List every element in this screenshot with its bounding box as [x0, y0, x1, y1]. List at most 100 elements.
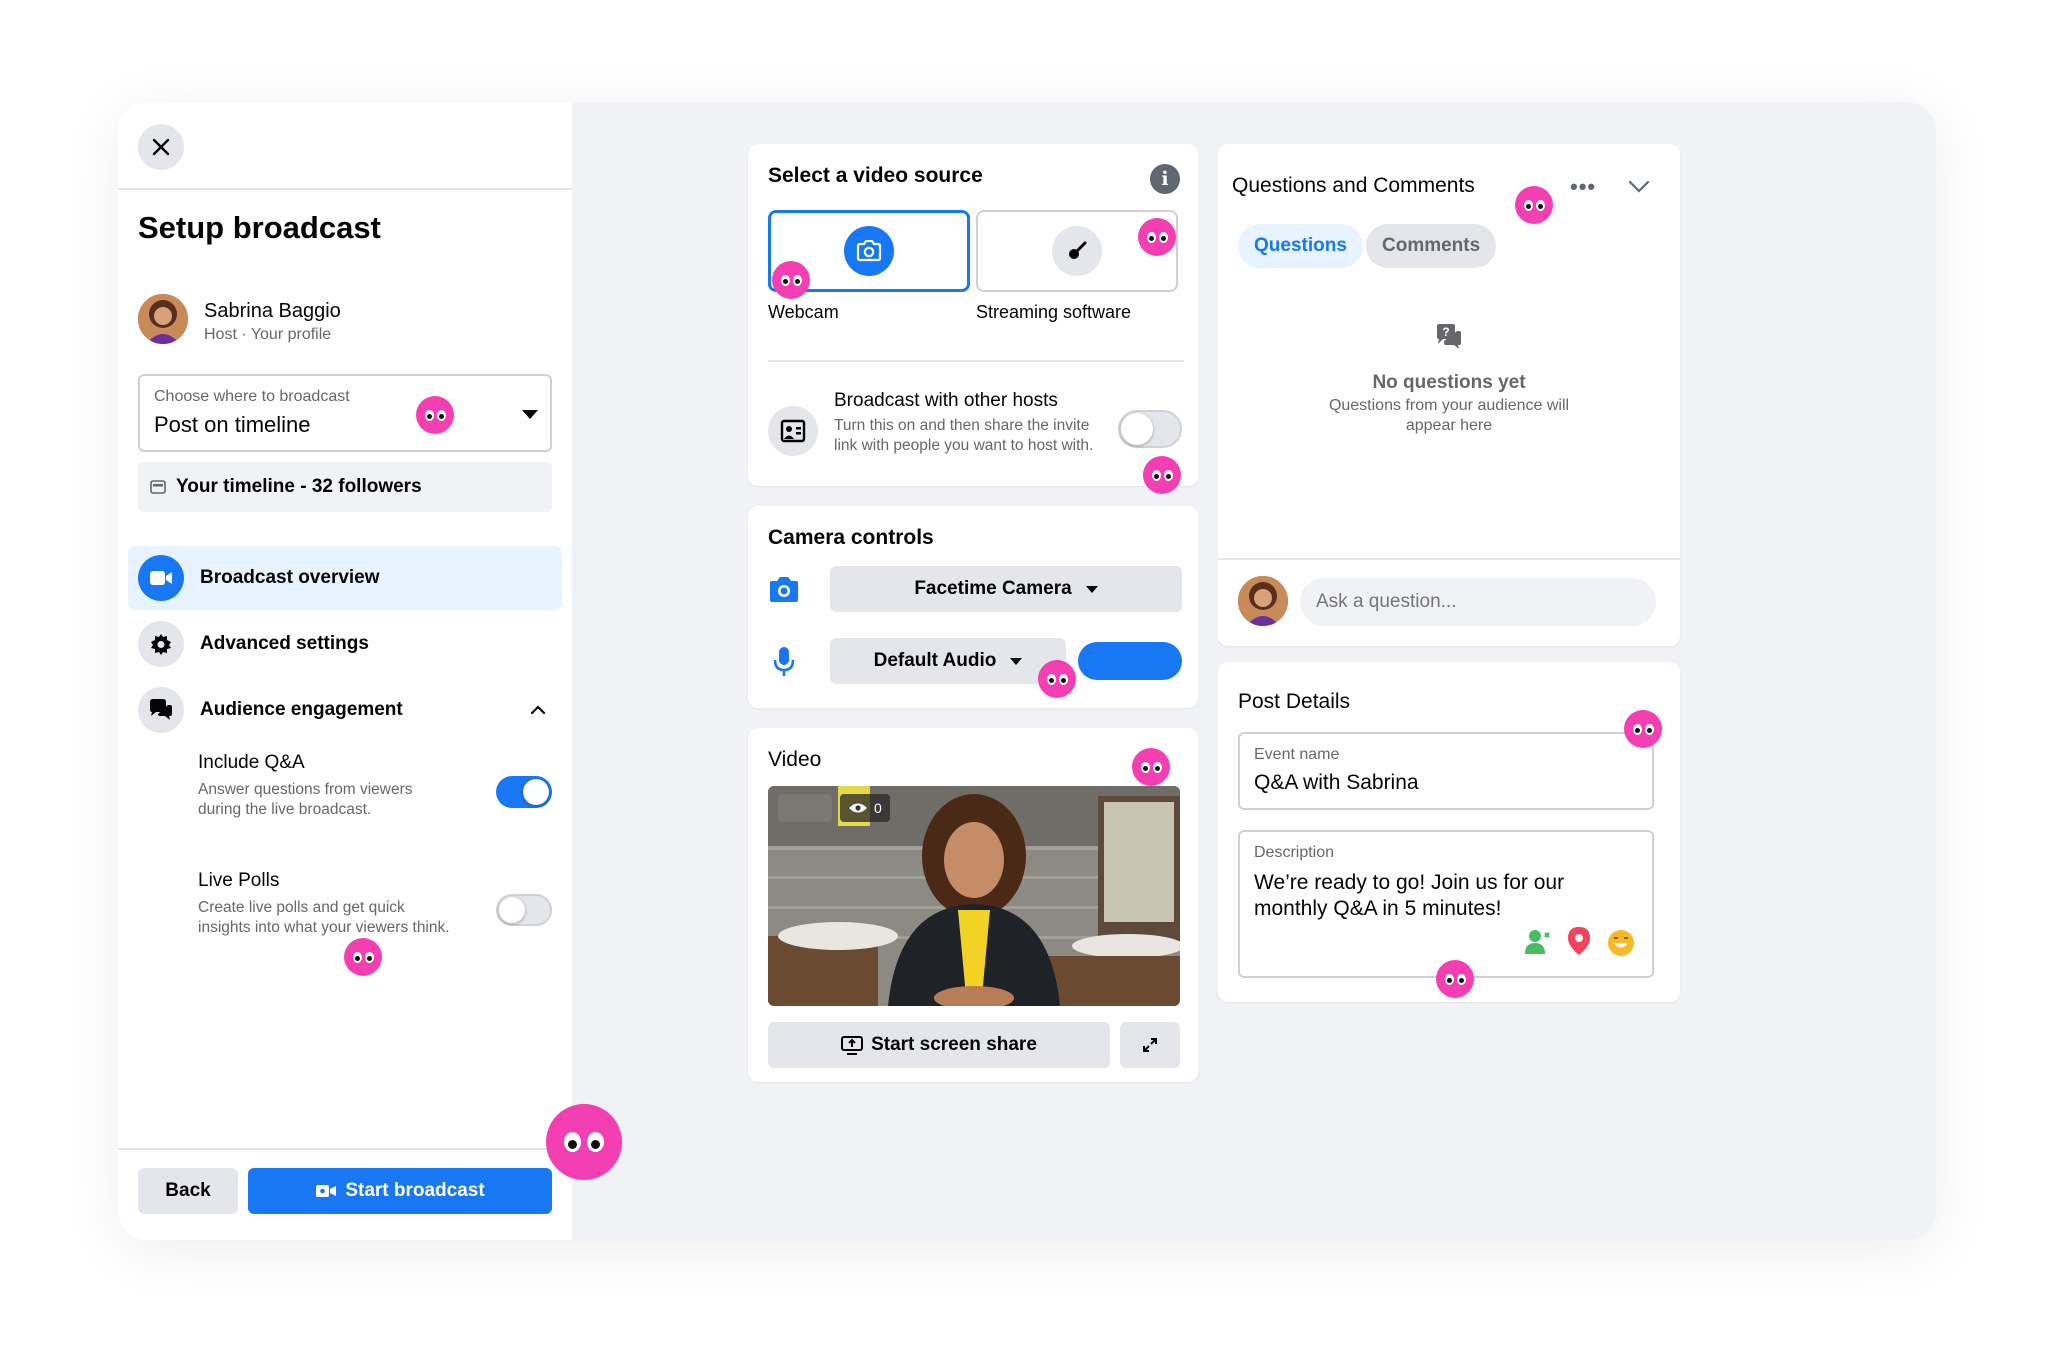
- eyes-marker-icon: [1132, 748, 1170, 786]
- post-details-card: Post Details Event name Q&A with Sabrina…: [1218, 662, 1680, 1002]
- select-value: Post on timeline: [154, 412, 311, 437]
- expand-icon: [1143, 1038, 1157, 1052]
- video-source-card: Select a video source i Webcam Streaming…: [748, 144, 1198, 494]
- broadcast-setup-window: Setup broadcast Sabrina Baggio Host · Yo…: [118, 102, 1936, 1240]
- camera-icon: [770, 577, 798, 602]
- audio-level-meter: [1078, 642, 1182, 680]
- tag-people-icon[interactable]: [1524, 928, 1552, 956]
- screen-share-label: Start screen share: [871, 1034, 1037, 1055]
- microphone-icon: [773, 647, 795, 676]
- key-icon: [1052, 226, 1102, 276]
- eyes-marker-icon: [1515, 186, 1553, 224]
- live-polls-description: Create live polls and get quick insights…: [198, 899, 450, 936]
- footer-divider: [118, 1148, 572, 1150]
- eye-icon: [849, 803, 867, 813]
- nav-label: Broadcast overview: [200, 567, 380, 588]
- svg-text:?: ?: [1442, 325, 1449, 339]
- source-streaming-software-option[interactable]: [976, 210, 1178, 292]
- start-broadcast-button[interactable]: Start broadcast: [248, 1168, 552, 1214]
- nav-broadcast-overview[interactable]: Broadcast overview: [128, 546, 562, 610]
- setup-sidebar: Setup broadcast Sabrina Baggio Host · Yo…: [118, 102, 572, 1240]
- video-camera-icon: [138, 555, 184, 601]
- audio-select-value: Default Audio: [873, 650, 997, 671]
- gear-icon: [138, 621, 184, 667]
- nav-label: Advanced settings: [200, 633, 369, 654]
- timeline-icon: [150, 480, 166, 494]
- description-field[interactable]: Description We’re ready to go! Join us f…: [1238, 830, 1654, 978]
- cohost-title: Broadcast with other hosts: [834, 390, 1058, 411]
- cohost-toggle[interactable]: [1118, 410, 1182, 448]
- host-avatar: [138, 294, 188, 344]
- viewer-count-badge: 0: [840, 794, 890, 822]
- audience-info: Your timeline - 32 followers: [138, 462, 552, 512]
- video-placeholder-chip: [778, 794, 832, 822]
- qa-empty-description: Questions from your audience will appear…: [1328, 397, 1570, 434]
- audio-select[interactable]: Default Audio: [830, 638, 1066, 684]
- broadcast-destination-select[interactable]: Choose where to broadcast Post on timeli…: [138, 374, 552, 452]
- eyes-marker-icon: [344, 938, 382, 976]
- event-name-value: Q&A with Sabrina: [1254, 771, 1419, 794]
- questions-comments-card: Questions and Comments ••• Questions Com…: [1218, 144, 1680, 646]
- live-polls-toggle[interactable]: [496, 894, 552, 926]
- ask-question-input[interactable]: [1300, 578, 1656, 626]
- camera-icon: [844, 226, 894, 276]
- tab-questions[interactable]: Questions: [1238, 224, 1363, 268]
- user-avatar: [1238, 576, 1288, 626]
- camera-select[interactable]: Facetime Camera: [830, 566, 1182, 612]
- camera-controls-card: Camera controls Facetime Camera Default …: [748, 506, 1198, 708]
- camera-select-value: Facetime Camera: [914, 578, 1072, 599]
- close-icon: [152, 138, 170, 156]
- eyes-marker-icon: [1138, 218, 1176, 256]
- caret-down-icon: [1085, 585, 1098, 593]
- eyes-marker-icon: [1436, 960, 1474, 998]
- chevron-up-icon[interactable]: [530, 705, 546, 715]
- location-pin-icon[interactable]: [1566, 926, 1592, 956]
- source-webcam-option[interactable]: [768, 210, 970, 299]
- qa-divider: [1218, 558, 1680, 560]
- viewer-count: 0: [874, 800, 882, 816]
- eyes-marker-icon: [772, 261, 810, 299]
- caret-down-icon: [1010, 657, 1023, 665]
- eyes-marker-icon: [1143, 456, 1181, 494]
- header-divider: [118, 188, 572, 190]
- back-button[interactable]: Back: [138, 1168, 238, 1214]
- include-qa-description: Answer questions from viewers during the…: [198, 781, 413, 818]
- caret-down-icon: [522, 410, 538, 419]
- nav-advanced-settings[interactable]: Advanced settings: [128, 612, 562, 676]
- more-options-icon[interactable]: •••: [1570, 174, 1596, 200]
- tab-comments[interactable]: Comments: [1366, 224, 1497, 268]
- close-button[interactable]: [138, 124, 184, 170]
- start-broadcast-label: Start broadcast: [345, 1180, 485, 1201]
- video-title: Video: [768, 748, 822, 771]
- nav-label: Audience engagement: [200, 699, 403, 720]
- audience-info-text: Your timeline - 32 followers: [176, 476, 422, 497]
- cohost-description: Turn this on and then share the invite l…: [834, 417, 1094, 454]
- video-card: Video 0 Start screen share: [748, 728, 1198, 1082]
- description-value: We’re ready to go! Join us for our month…: [1254, 871, 1565, 920]
- fullscreen-button[interactable]: [1120, 1022, 1180, 1068]
- info-icon[interactable]: i: [1150, 164, 1180, 194]
- source-webcam-label: Webcam: [768, 302, 839, 322]
- host-name: Sabrina Baggio: [204, 300, 341, 322]
- live-polls-title: Live Polls: [198, 870, 280, 891]
- include-qa-toggle[interactable]: [496, 776, 552, 808]
- start-screen-share-button[interactable]: Start screen share: [768, 1022, 1110, 1068]
- video-preview: 0: [768, 786, 1180, 1006]
- page-title: Setup broadcast: [138, 210, 381, 245]
- eyes-marker-icon: [416, 396, 454, 434]
- video-camera-icon: [316, 1185, 337, 1197]
- screen-share-icon: [841, 1036, 864, 1055]
- post-details-title: Post Details: [1238, 690, 1351, 713]
- source-streaming-label: Streaming software: [976, 302, 1132, 322]
- chevron-down-icon[interactable]: [1628, 180, 1650, 194]
- feeling-emoji-icon[interactable]: [1606, 928, 1636, 958]
- nav-audience-engagement[interactable]: Audience engagement: [128, 678, 562, 742]
- qa-empty-title: No questions yet: [1372, 372, 1526, 393]
- host-subtitle: Host · Your profile: [204, 326, 332, 343]
- chat-bubbles-icon: [138, 687, 184, 733]
- eyes-marker-icon: [1038, 660, 1076, 698]
- cohost-icon: [768, 406, 818, 456]
- event-name-label: Event name: [1254, 746, 1340, 763]
- event-name-field[interactable]: Event name Q&A with Sabrina: [1238, 732, 1654, 810]
- question-bubble-icon: ?: [1437, 324, 1461, 349]
